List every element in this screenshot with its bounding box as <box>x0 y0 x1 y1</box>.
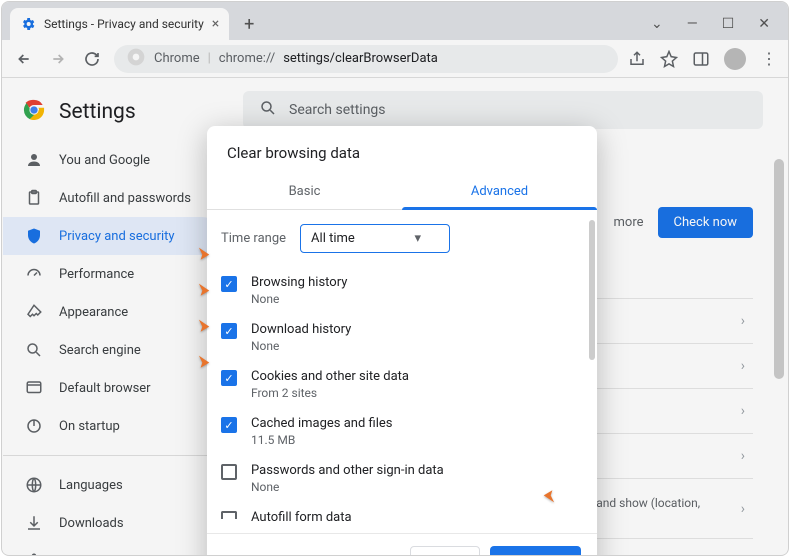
time-range-select[interactable]: All time ▾ <box>300 224 450 253</box>
cancel-button[interactable]: Cancel <box>410 546 480 556</box>
dialog-title: Clear browsing data <box>207 126 597 174</box>
scrollbar[interactable] <box>589 220 595 360</box>
clear-browsing-data-dialog: Clear browsing data Basic Advanced Time … <box>207 126 597 556</box>
tab-advanced[interactable]: Advanced <box>402 174 597 210</box>
pointer-arrow-icon <box>185 278 211 298</box>
row-title: Browsing history <box>251 275 347 290</box>
checkbox-row-cache[interactable]: ✓ Cached images and files 11.5 MB <box>221 408 583 455</box>
tab-basic[interactable]: Basic <box>207 174 402 210</box>
clear-data-button[interactable]: Clear data <box>490 546 581 556</box>
row-sub: None <box>251 339 351 353</box>
row-sub: None <box>251 480 444 494</box>
row-sub: None <box>251 292 347 306</box>
checkbox-checked-icon[interactable]: ✓ <box>221 370 237 386</box>
checkbox-checked-icon[interactable]: ✓ <box>221 276 237 292</box>
row-title: Download history <box>251 322 351 337</box>
row-title: Cookies and other site data <box>251 369 409 384</box>
checkbox-unchecked-icon[interactable] <box>221 511 237 519</box>
row-title: Autofill form data <box>251 510 352 525</box>
checkbox-row-cookies[interactable]: ✓ Cookies and other site data From 2 sites <box>221 361 583 408</box>
pointer-arrow-icon <box>185 242 211 262</box>
time-range-label: Time range <box>221 231 286 246</box>
checkbox-row-autofill[interactable]: Autofill form data <box>221 502 583 525</box>
pointer-arrow-icon <box>185 314 211 334</box>
row-sub: From 2 sites <box>251 386 409 400</box>
row-title: Passwords and other sign-in data <box>251 463 444 478</box>
checkbox-row-passwords[interactable]: Passwords and other sign-in data None <box>221 455 583 502</box>
row-title: Cached images and files <box>251 416 392 431</box>
checkbox-checked-icon[interactable]: ✓ <box>221 417 237 433</box>
checkbox-row-browsing-history[interactable]: ✓ Browsing history None <box>221 267 583 314</box>
checkbox-checked-icon[interactable]: ✓ <box>221 323 237 339</box>
time-range-value: All time <box>311 231 355 246</box>
checkbox-unchecked-icon[interactable] <box>221 464 237 480</box>
row-sub: 11.5 MB <box>251 433 392 447</box>
chevron-down-icon: ▾ <box>415 231 422 246</box>
checkbox-row-download-history[interactable]: ✓ Download history None <box>221 314 583 361</box>
pointer-arrow-icon <box>542 488 568 508</box>
pointer-arrow-icon <box>185 350 211 370</box>
